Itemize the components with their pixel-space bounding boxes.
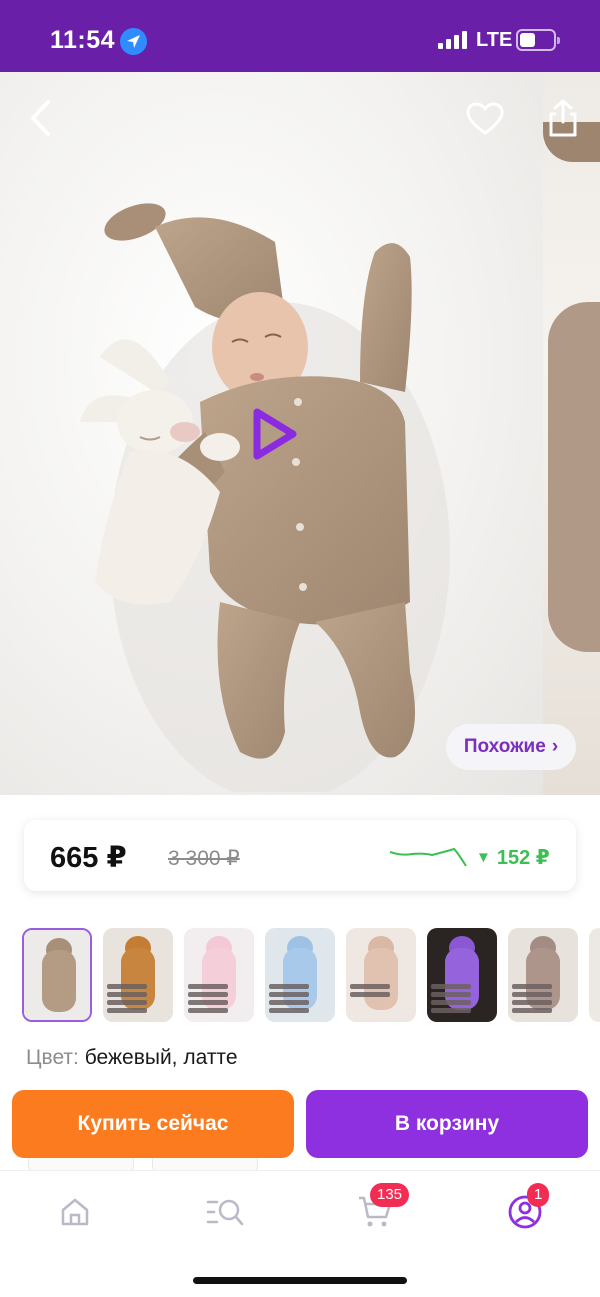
thumbnail-5[interactable] [346, 928, 416, 1022]
thumbnail-8[interactable] [589, 928, 600, 1022]
battery-icon [516, 29, 560, 51]
status-bar: 11:54 LTE [0, 0, 600, 72]
home-icon [61, 1198, 89, 1226]
heart-outline-icon [466, 102, 504, 135]
color-selector: Цвет: бежевый, латте [26, 1046, 238, 1070]
thumbnail-4[interactable] [265, 928, 335, 1022]
play-video-button[interactable] [248, 406, 300, 462]
price-history-sparkline [389, 847, 467, 867]
color-value: бежевый, латте [84, 1046, 238, 1069]
back-chevron-icon [31, 100, 50, 136]
product-image-gallery[interactable] [0, 72, 600, 795]
price-drop: ▼ 152 ₽ [476, 845, 550, 870]
catalog-search-icon [206, 1199, 244, 1226]
next-photo-peek[interactable] [543, 72, 600, 795]
share-button[interactable] [540, 94, 586, 142]
cart-badge: 135 [370, 1183, 410, 1207]
thumbnail-1[interactable] [22, 928, 92, 1022]
network-type: LTE [476, 29, 513, 51]
price-drop-amount: 152 ₽ [496, 847, 550, 869]
down-triangle-icon: ▼ [476, 849, 491, 866]
nav-home[interactable] [50, 1189, 100, 1235]
thumbnail-7[interactable] [508, 928, 578, 1022]
thumbnail-3[interactable] [184, 928, 254, 1022]
share-icon [549, 99, 577, 137]
add-to-cart-button[interactable]: В корзину [306, 1090, 588, 1158]
chevron-right-icon: › [551, 736, 559, 757]
price-card[interactable]: 665 ₽ 3 300 ₽ ▼ 152 ₽ [24, 820, 576, 891]
current-price: 665 ₽ [50, 842, 127, 874]
old-price: 3 300 ₽ [168, 847, 240, 870]
nav-catalog[interactable] [200, 1189, 250, 1235]
back-button[interactable] [18, 94, 62, 142]
favorite-button[interactable] [462, 96, 508, 142]
buy-now-button[interactable]: Купить сейчас [12, 1090, 294, 1158]
similar-label: Похожие [463, 736, 546, 757]
status-time: 11:54 [50, 26, 116, 54]
color-label: Цвет: [26, 1046, 79, 1069]
signal-icon [438, 31, 468, 49]
home-indicator [193, 1277, 407, 1284]
play-icon [253, 408, 297, 460]
similar-items-button[interactable]: Похожие › [446, 724, 576, 770]
thumbnail-6[interactable] [427, 928, 497, 1022]
profile-badge: 1 [527, 1183, 550, 1207]
thumbnail-strip[interactable] [20, 928, 600, 1024]
location-arrow-icon [120, 28, 147, 55]
thumbnail-2[interactable] [103, 928, 173, 1022]
